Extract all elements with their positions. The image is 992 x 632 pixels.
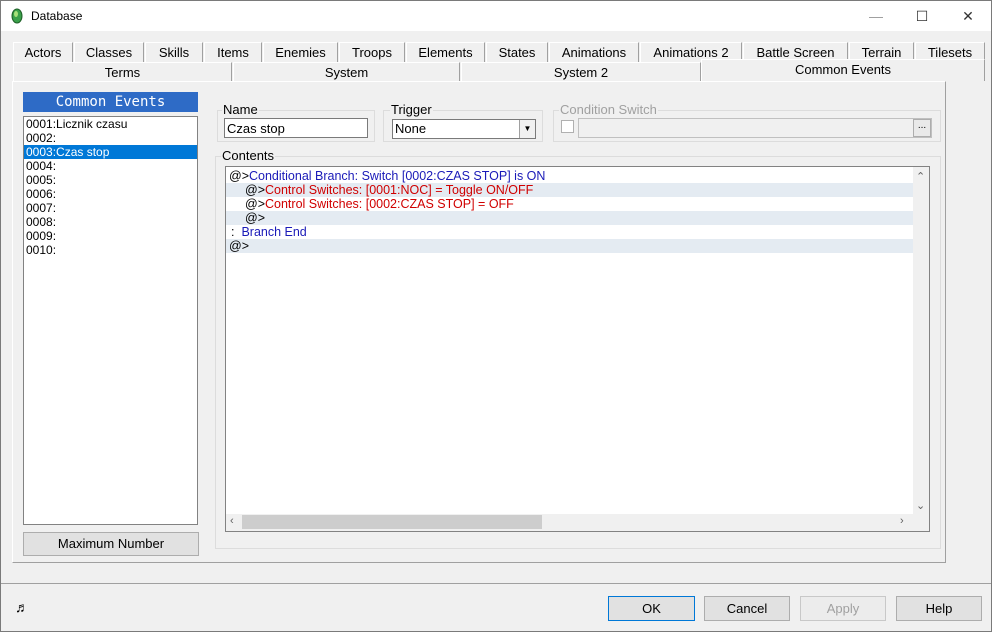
- help-button[interactable]: Help: [896, 596, 982, 621]
- condition-switch-checkbox[interactable]: [561, 120, 574, 133]
- condition-switch-label: Condition Switch: [559, 102, 658, 117]
- list-item[interactable]: 0010:: [24, 243, 197, 257]
- contents-label: Contents: [221, 148, 276, 163]
- list-item[interactable]: 0004:: [24, 159, 197, 173]
- list-item[interactable]: 0002:: [24, 131, 197, 145]
- command-prefix: @>: [229, 239, 249, 253]
- trigger-label: Trigger: [390, 102, 433, 117]
- list-item[interactable]: 0008:: [24, 215, 197, 229]
- tab-system-2[interactable]: System 2: [461, 62, 701, 82]
- chevron-down-icon[interactable]: ▼: [519, 120, 535, 138]
- scroll-corner: [913, 514, 929, 531]
- command-text: Branch End: [241, 225, 307, 239]
- command-prefix: @>: [245, 211, 265, 225]
- command-line[interactable]: @>Conditional Branch: Switch [0002:CZAS …: [229, 169, 917, 183]
- tab-troops[interactable]: Troops: [339, 42, 405, 62]
- tab-terms[interactable]: Terms: [13, 62, 232, 82]
- vertical-scrollbar[interactable]: ⌃ ⌄: [913, 167, 929, 515]
- tab-states[interactable]: States: [486, 42, 548, 62]
- maximize-icon[interactable]: ☐: [899, 1, 945, 31]
- name-field[interactable]: [224, 118, 368, 138]
- tab-system[interactable]: System: [233, 62, 460, 82]
- close-icon[interactable]: ✕: [945, 1, 991, 31]
- command-line[interactable]: @>Control Switches: [0001:NOC] = Toggle …: [226, 183, 914, 197]
- horizontal-scrollbar[interactable]: ‹ ›: [226, 514, 914, 531]
- list-item[interactable]: 0007:: [24, 201, 197, 215]
- app-icon: [11, 8, 23, 24]
- database-window: Database — ☐ ✕ Actors Classes Skills Ite…: [0, 0, 992, 632]
- command-prefix: @>: [229, 169, 249, 183]
- list-item[interactable]: 0001:Licznik czasu: [24, 117, 197, 131]
- list-item[interactable]: 0005:: [24, 173, 197, 187]
- tab-classes[interactable]: Classes: [74, 42, 144, 62]
- maximum-number-button[interactable]: Maximum Number: [23, 532, 199, 556]
- command-text: Conditional Branch: Switch [0002:CZAS ST…: [249, 169, 546, 183]
- scroll-left-icon[interactable]: ‹: [230, 515, 234, 527]
- condition-switch-field: [578, 118, 932, 138]
- tab-skills[interactable]: Skills: [145, 42, 203, 62]
- footer-separator: [1, 583, 991, 584]
- scroll-down-icon[interactable]: ⌄: [916, 499, 925, 512]
- tab-animations[interactable]: Animations: [549, 42, 639, 62]
- event-commands-list[interactable]: @>Conditional Branch: Switch [0002:CZAS …: [225, 166, 930, 532]
- common-events-list[interactable]: 0001:Licznik czasu 0002: 0003:Czas stop …: [23, 116, 198, 525]
- tab-enemies[interactable]: Enemies: [263, 42, 338, 62]
- name-label: Name: [222, 102, 259, 117]
- list-header: Common Events: [23, 92, 198, 112]
- list-item[interactable]: 0009:: [24, 229, 197, 243]
- command-text: Control Switches: [0001:NOC] = Toggle ON…: [265, 183, 534, 197]
- list-item[interactable]: 0006:: [24, 187, 197, 201]
- tab-actors[interactable]: Actors: [13, 42, 73, 62]
- apply-button[interactable]: Apply: [800, 596, 886, 621]
- music-icon[interactable]: ♬: [15, 599, 29, 615]
- tab-common-events[interactable]: Common Events: [701, 59, 985, 81]
- title-bar: Database — ☐ ✕: [1, 1, 991, 31]
- command-line[interactable]: @>Control Switches: [0002:CZAS STOP] = O…: [226, 197, 914, 211]
- list-item-selected[interactable]: 0003:Czas stop: [24, 145, 197, 159]
- tab-items[interactable]: Items: [204, 42, 262, 62]
- command-prefix: :: [231, 225, 235, 239]
- command-prefix: @>: [245, 183, 265, 197]
- minimize-icon[interactable]: —: [853, 1, 899, 31]
- command-prefix: @>: [245, 197, 265, 211]
- ok-button[interactable]: OK: [608, 596, 695, 621]
- command-line[interactable]: : Branch End: [226, 225, 914, 239]
- trigger-value: None: [395, 121, 427, 136]
- horizontal-scroll-thumb[interactable]: [242, 515, 542, 529]
- condition-switch-browse-button[interactable]: ...: [913, 119, 931, 137]
- cancel-button[interactable]: Cancel: [704, 596, 790, 621]
- scroll-up-icon[interactable]: ⌃: [916, 170, 925, 183]
- command-text: Control Switches: [0002:CZAS STOP] = OFF: [265, 197, 514, 211]
- command-line[interactable]: @>: [226, 211, 914, 225]
- window-title: Database: [31, 9, 83, 23]
- trigger-select[interactable]: None ▼: [392, 119, 536, 139]
- tab-elements[interactable]: Elements: [406, 42, 485, 62]
- command-line[interactable]: @>: [226, 239, 914, 253]
- scroll-right-icon[interactable]: ›: [900, 515, 904, 527]
